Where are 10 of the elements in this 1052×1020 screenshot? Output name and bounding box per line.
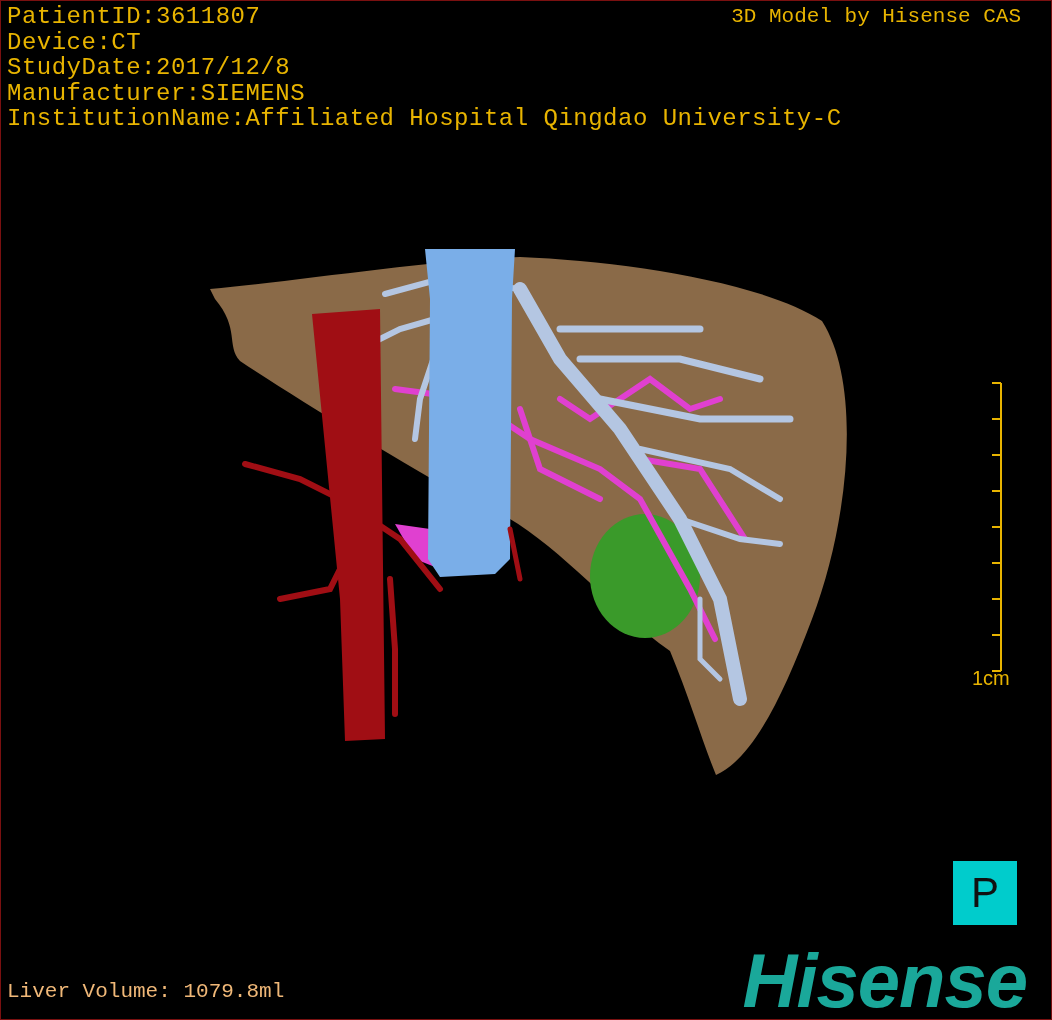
patient-info-text: StudyDate:2017/12/8 [7,55,291,81]
orientation-button[interactable]: P [953,861,1017,925]
scale-label: 1cm [972,666,1010,690]
liver-volume: Liver Volume: 1079.8ml [7,980,285,1003]
patient-info-text: Device:CT [7,29,142,55]
viewer-title: 3D Model by Hisense CAS [731,4,1021,30]
logo: Hisense [742,945,1027,1017]
patient-info-text: InstitutionName:Affiliated Hospital Qingdao University-C [7,106,842,132]
patient-info-text: PatientID:3611807 [7,4,261,30]
patient-info-text: Manufacturer:SIEMENS [7,80,306,106]
